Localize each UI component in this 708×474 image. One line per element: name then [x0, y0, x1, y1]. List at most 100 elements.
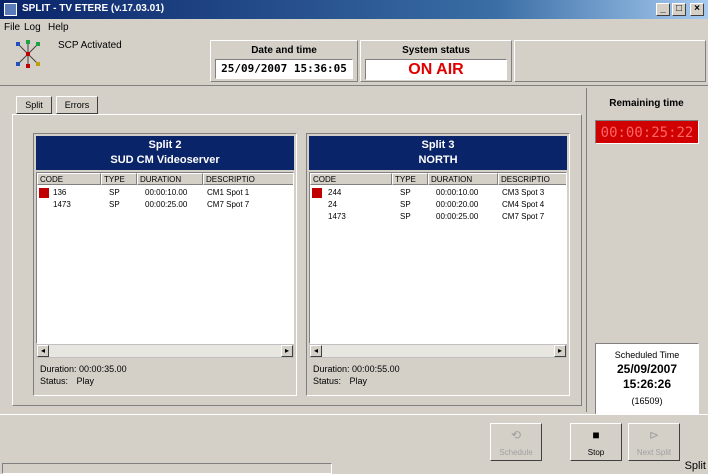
column-header-duration[interactable]: DURATION — [428, 173, 498, 185]
status-label: Status: — [40, 376, 69, 386]
duration-info: Duration: 00:00:35.00 — [40, 364, 127, 374]
status-info: Status: Play — [40, 376, 94, 386]
application-window: SPLIT - TV ETERE (v.17.03.01) _ □ × File… — [0, 0, 708, 474]
scheduled-time-label: Scheduled Time — [614, 350, 680, 360]
scheduled-time: 15:26:26 — [622, 377, 672, 391]
cell-description: CM4 Spot 4 — [502, 200, 545, 209]
maximize-button[interactable]: □ — [672, 3, 686, 16]
right-panel: Remaining time 00:00:25:22 Scheduled Tim… — [586, 88, 706, 415]
table-row[interactable]: 24 SP 00:00:20.00 CM4 Spot 4 — [310, 199, 566, 211]
close-button[interactable]: × — [690, 3, 704, 16]
column-header-description[interactable]: DESCRIPTIO — [498, 173, 566, 185]
duration-info: Duration: 00:00:55.00 — [313, 364, 400, 374]
duration-value: 00:00:35.00 — [79, 364, 127, 374]
column-header-code[interactable]: CODE — [37, 173, 101, 185]
menu-file[interactable]: File — [4, 22, 20, 33]
window-title: SPLIT - TV ETERE (v.17.03.01) — [22, 3, 165, 14]
horizontal-scrollbar[interactable]: ◂ ▸ — [309, 344, 567, 358]
schedule-button[interactable]: ⟲ Schedule — [490, 423, 542, 461]
tab-errors[interactable]: Errors — [56, 96, 98, 114]
list-header: CODE TYPE DURATION DESCRIPTIO — [37, 173, 293, 185]
cell-description: CM1 Spot 1 — [207, 188, 250, 197]
scroll-left-icon[interactable]: ◂ — [310, 345, 322, 357]
system-status-panel: System status ON AIR — [360, 40, 512, 82]
cell-type: SP — [400, 212, 411, 221]
duration-value: 00:00:55.00 — [352, 364, 400, 374]
cell-duration: 00:00:20.00 — [436, 200, 479, 209]
menu-help[interactable]: Help — [48, 22, 69, 33]
split-title: Split 2 — [148, 139, 182, 151]
split-list[interactable]: CODE TYPE DURATION DESCRIPTIO 244 SP 00:… — [309, 172, 567, 344]
menu-bar: File Log Help — [0, 19, 708, 36]
status-value: Play — [76, 376, 95, 386]
column-header-description[interactable]: DESCRIPTIO — [203, 173, 293, 185]
status-info: Status: Play — [313, 376, 367, 386]
system-status-value: ON AIR — [365, 59, 507, 80]
split-list[interactable]: CODE TYPE DURATION DESCRIPTIO 136 SP 00:… — [36, 172, 294, 344]
system-status-label: System status — [402, 45, 470, 56]
horizontal-scrollbar[interactable]: ◂ ▸ — [36, 344, 294, 358]
scheduled-id: (16509) — [631, 396, 663, 406]
remaining-time-value: 00:00:25:22 — [595, 120, 699, 144]
scheduled-date: 25/09/2007 — [616, 362, 678, 376]
next-split-button[interactable]: ⊳ Next Split — [628, 423, 680, 461]
menu-log[interactable]: Log — [24, 22, 41, 33]
table-row[interactable]: 1473 SP 00:00:25.00 CM7 Spot 7 — [37, 199, 293, 211]
column-header-type[interactable]: TYPE — [392, 173, 428, 185]
cell-type: SP — [109, 200, 120, 209]
extra-header-panel — [514, 40, 706, 82]
scheduled-time-box: Scheduled Time 25/09/2007 15:26:26 (1650… — [595, 343, 699, 415]
scroll-right-icon[interactable]: ▸ — [281, 345, 293, 357]
cell-type: SP — [400, 200, 411, 209]
stop-button[interactable]: ■ Stop — [570, 423, 622, 461]
table-row[interactable]: 244 SP 00:00:10.00 CM3 Spot 3 — [310, 187, 566, 199]
table-row[interactable]: 1473 SP 00:00:25.00 CM7 Spot 7 — [310, 211, 566, 223]
title-bar[interactable]: SPLIT - TV ETERE (v.17.03.01) _ □ × — [0, 0, 708, 19]
cell-type: SP — [109, 188, 120, 197]
status-label: Status: — [313, 376, 342, 386]
cell-duration: 00:00:25.00 — [145, 200, 188, 209]
app-icon[interactable] — [4, 3, 17, 16]
split-header: Split 2 SUD CM Videoserver — [36, 136, 294, 170]
next-split-icon: ⊳ — [648, 428, 660, 442]
cell-type: SP — [400, 188, 411, 197]
status-value: Play — [349, 376, 368, 386]
split-title: Split 3 — [421, 139, 455, 151]
cell-code: 1473 — [53, 200, 71, 209]
remaining-time-label: Remaining time — [609, 98, 684, 109]
duration-label: Duration: — [40, 364, 77, 374]
column-header-type[interactable]: TYPE — [101, 173, 137, 185]
datetime-value: 25/09/2007 15:36:05 — [215, 59, 353, 79]
cell-description: CM3 Spot 3 — [502, 188, 545, 197]
header-strip: SCP Activated Date and time 25/09/2007 1… — [0, 36, 708, 86]
scroll-left-icon[interactable]: ◂ — [37, 345, 49, 357]
status-bar-cell — [2, 463, 332, 474]
playing-marker-icon — [312, 188, 322, 198]
split-header: Split 3 NORTH — [309, 136, 567, 170]
cell-description: CM7 Spot 7 — [207, 200, 250, 209]
schedule-icon: ⟲ — [510, 428, 522, 442]
schedule-button-label: Schedule — [499, 448, 533, 457]
cell-duration: 00:00:10.00 — [145, 188, 188, 197]
cell-description: CM7 Spot 7 — [502, 212, 545, 221]
scroll-right-icon[interactable]: ▸ — [554, 345, 566, 357]
scp-status-label: SCP Activated — [58, 40, 122, 51]
column-header-code[interactable]: CODE — [310, 173, 392, 185]
split-panel-2: Split 2 SUD CM Videoserver CODE TYPE DUR… — [33, 133, 297, 396]
split-subtitle: NORTH — [418, 154, 458, 166]
stop-icon: ■ — [592, 428, 600, 442]
cell-duration: 00:00:25.00 — [436, 212, 479, 221]
cell-duration: 00:00:10.00 — [436, 188, 479, 197]
column-header-duration[interactable]: DURATION — [137, 173, 203, 185]
table-row[interactable]: 136 SP 00:00:10.00 CM1 Spot 1 — [37, 187, 293, 199]
scp-network-icon — [16, 40, 40, 68]
status-bar-text: Split — [684, 460, 706, 472]
cell-code: 136 — [53, 188, 67, 197]
minimize-button[interactable]: _ — [656, 3, 670, 16]
playing-marker-icon — [39, 188, 49, 198]
bottom-toolbar: ⟲ Schedule ■ Stop ⊳ Next Split — [0, 414, 708, 461]
duration-label: Duration: — [313, 364, 350, 374]
tab-split[interactable]: Split — [16, 96, 52, 114]
list-header: CODE TYPE DURATION DESCRIPTIO — [310, 173, 566, 185]
datetime-label: Date and time — [251, 45, 317, 56]
